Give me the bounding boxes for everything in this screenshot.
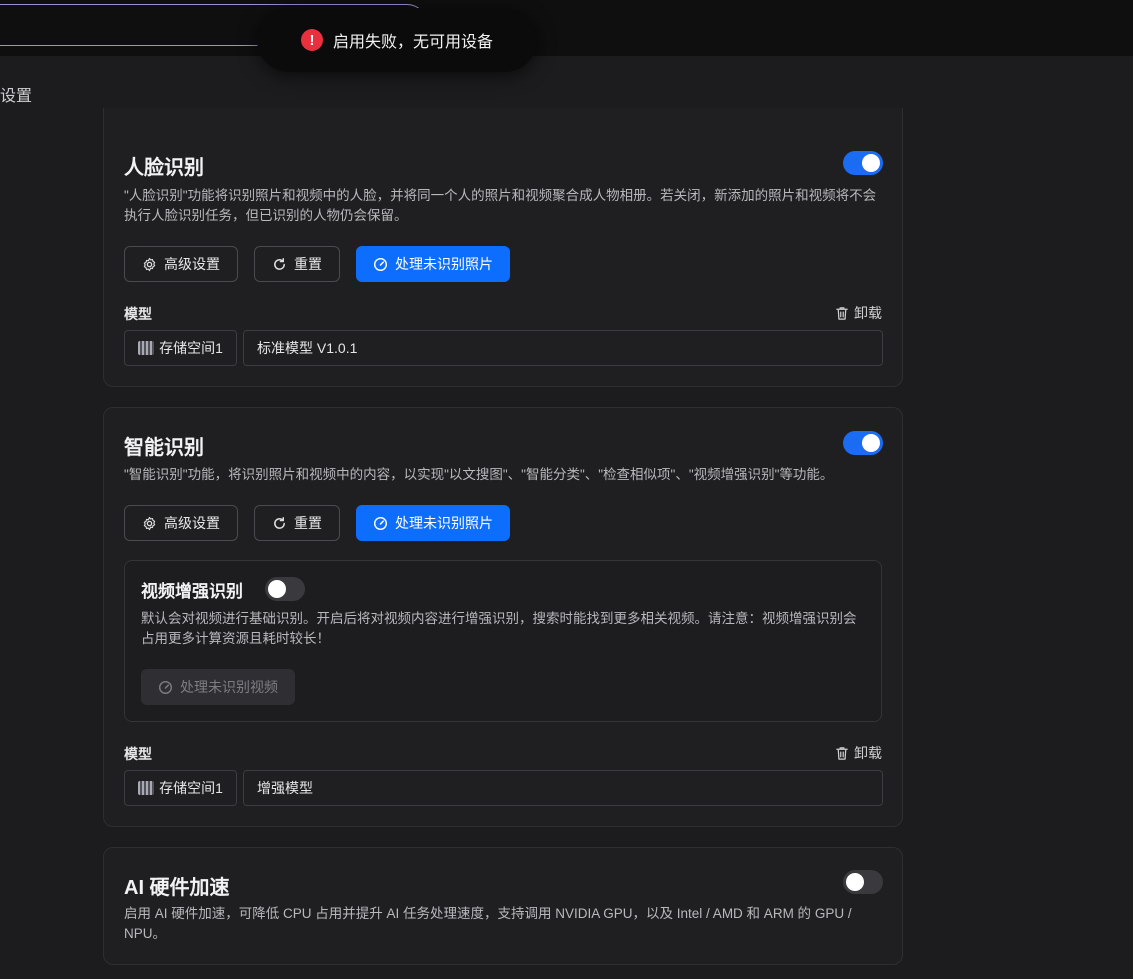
unload-label: 卸载 [854, 305, 882, 321]
face-model-select[interactable]: 标准模型 V1.0.1 [243, 330, 883, 366]
storage-label: 存储空间1 [159, 340, 223, 356]
error-icon: ! [300, 29, 323, 51]
gauge-icon [373, 257, 388, 271]
ai-hardware-acceleration-card: AI 硬件加速 启用 AI 硬件加速，可降低 CPU 占用并提升 AI 任务处理… [103, 847, 903, 965]
ai-hardware-title: AI 硬件加速 [124, 877, 230, 899]
smart-unload-button[interactable]: 卸载 [835, 743, 882, 763]
gear-icon [143, 257, 156, 271]
model-value: 增强模型 [257, 780, 313, 796]
button-label: 重置 [294, 515, 322, 531]
trash-icon [836, 306, 848, 320]
page-title: 设置 [0, 88, 33, 105]
button-label: 重置 [294, 256, 322, 272]
smart-model-label: 模型 [124, 746, 152, 762]
error-toast: ! 启用失败，无可用设备 [257, 8, 537, 72]
face-recognition-card: 人脸识别 "人脸识别"功能将识别照片和视频中的人脸，并将同一个人的照片和视频聚合… [103, 108, 903, 387]
ai-hardware-toggle[interactable] [843, 870, 883, 894]
video-enhanced-description: 默认会对视频进行基础识别。开启后将对视频内容进行增强识别，搜索时能找到更多相关视… [141, 611, 857, 646]
smart-reset-button[interactable]: 重置 [254, 505, 340, 541]
button-label: 处理未识别视频 [180, 679, 278, 695]
gear-icon [143, 516, 156, 530]
face-recognition-description: "人脸识别"功能将识别照片和视频中的人脸，并将同一个人的照片和视频聚合成人物相册… [124, 188, 877, 223]
storage-label: 存储空间1 [159, 780, 223, 796]
smart-recognition-title: 智能识别 [124, 437, 204, 459]
toast-message: 启用失败，无可用设备 [332, 34, 493, 51]
gauge-icon [158, 680, 173, 694]
gauge-icon [373, 516, 388, 530]
refresh-icon [274, 257, 285, 270]
trash-icon [836, 746, 848, 760]
smart-process-unrecognized-button[interactable]: 处理未识别照片 [356, 505, 510, 541]
smart-recognition-card: 智能识别 "智能识别"功能，将识别照片和视频中的内容，以实现"以文搜图"、"智能… [103, 407, 903, 827]
video-enhanced-title: 视频增强识别 [141, 582, 243, 601]
face-advanced-settings-button[interactable]: 高级设置 [124, 246, 238, 282]
video-enhanced-toggle[interactable] [265, 577, 305, 601]
face-recognition-toggle[interactable] [843, 151, 883, 175]
smart-model-select[interactable]: 增强模型 [243, 770, 883, 806]
nas-icon [138, 781, 155, 795]
button-label: 处理未识别照片 [395, 515, 493, 531]
button-label: 高级设置 [164, 515, 220, 531]
video-enhanced-panel: 视频增强识别 默认会对视频进行基础识别。开启后将对视频内容进行增强识别，搜索时能… [124, 560, 882, 722]
face-unload-button[interactable]: 卸载 [835, 303, 882, 323]
refresh-icon [274, 516, 285, 529]
smart-advanced-settings-button[interactable]: 高级设置 [124, 505, 238, 541]
smart-storage-select[interactable]: 存储空间1 [124, 770, 237, 806]
face-reset-button[interactable]: 重置 [254, 246, 340, 282]
top-bar [0, 0, 1133, 56]
process-unrecognized-video-button[interactable]: 处理未识别视频 [141, 669, 295, 705]
button-label: 高级设置 [164, 256, 220, 272]
face-recognition-title: 人脸识别 [124, 157, 204, 179]
face-storage-select[interactable]: 存储空间1 [124, 330, 237, 366]
smart-recognition-description: "智能识别"功能，将识别照片和视频中的内容，以实现"以文搜图"、"智能分类"、"… [124, 467, 834, 482]
unload-label: 卸载 [854, 745, 882, 761]
model-value: 标准模型 V1.0.1 [257, 340, 358, 356]
ai-hardware-description: 启用 AI 硬件加速，可降低 CPU 占用并提升 AI 任务处理速度，支持调用 … [124, 906, 852, 941]
face-process-unrecognized-button[interactable]: 处理未识别照片 [356, 246, 510, 282]
button-label: 处理未识别照片 [395, 256, 493, 272]
smart-recognition-toggle[interactable] [843, 431, 883, 455]
nas-icon [138, 341, 155, 355]
face-model-label: 模型 [124, 306, 152, 322]
